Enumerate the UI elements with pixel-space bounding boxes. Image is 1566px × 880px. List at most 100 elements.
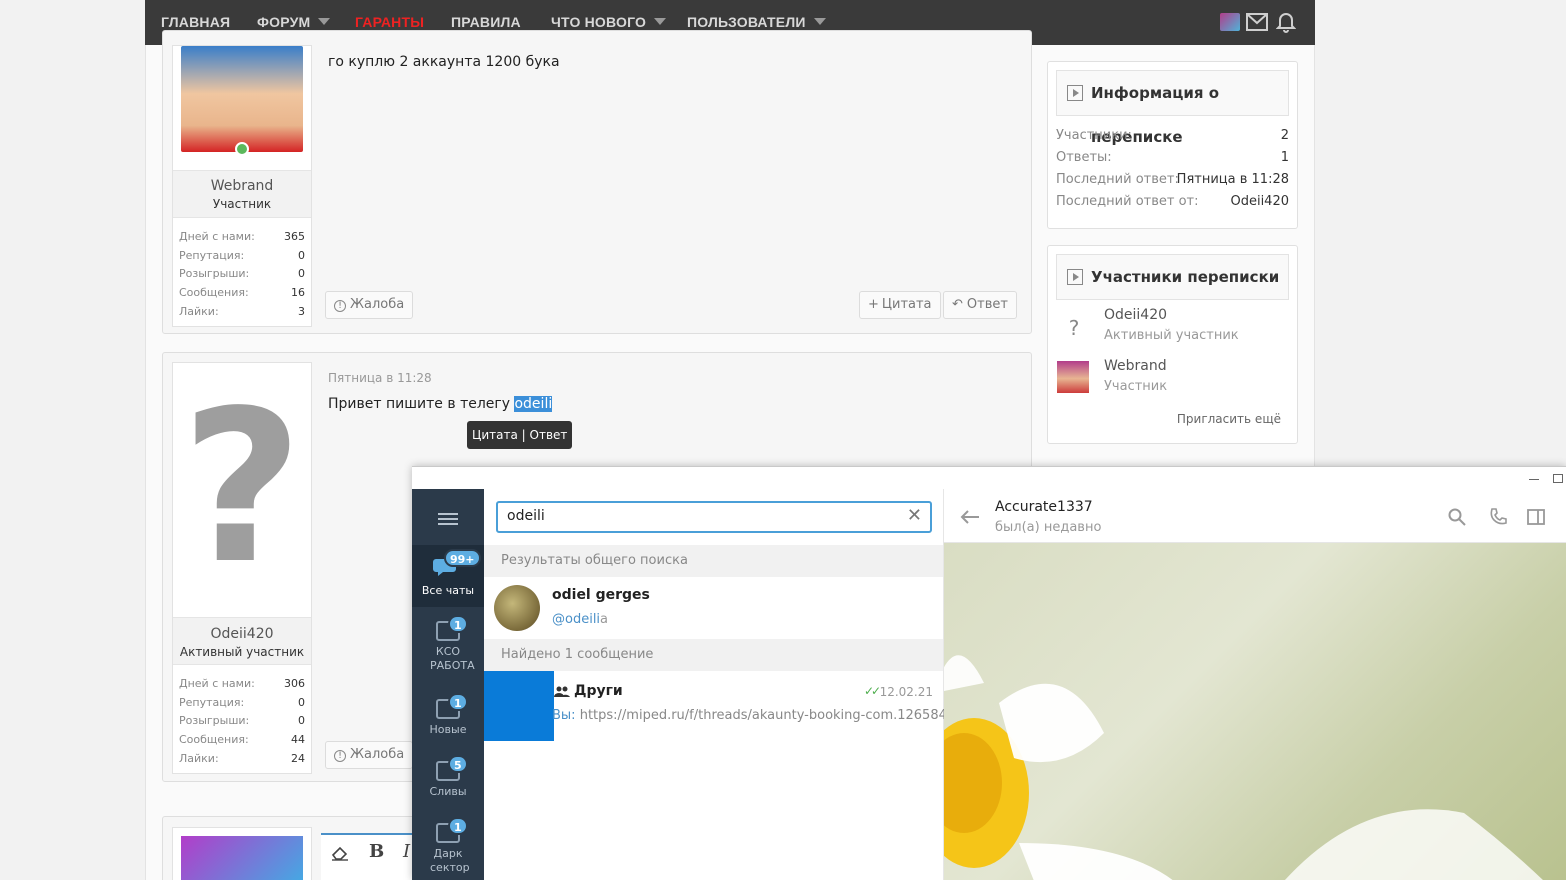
avatar[interactable]: [181, 46, 303, 152]
member-role: Активный участник: [1104, 328, 1239, 343]
global-result-item[interactable]: odiel gerges @odeilia: [484, 577, 943, 639]
folder-dark-sector[interactable]: 1 Дарк сектор: [412, 817, 484, 880]
member-name[interactable]: Odeii420: [1104, 307, 1167, 323]
nav-label: ПРАВИЛА: [451, 14, 521, 30]
message-date: 12.02.21: [879, 685, 933, 699]
chat-header: Accurate1337 был(а) недавно: [944, 489, 1566, 543]
post-webrand: Webrand Участник Дней с нами: 365 Репутац…: [162, 30, 1032, 334]
post-message: го куплю 2 аккаунта 1200 бука: [328, 54, 560, 70]
stat-row: Репутация: 0: [179, 249, 305, 267]
stat-label: Дней с нами:: [179, 677, 255, 690]
user-avatar-icon[interactable]: [1220, 13, 1240, 31]
message-result-item[interactable]: Други ✓✓ 12.02.21 Вы: https://miped.ru/f…: [484, 671, 951, 741]
nav-label: ЧТО НОВОГО: [551, 14, 647, 30]
user-name[interactable]: Webrand: [173, 178, 311, 194]
selection-tooltip: Цитата | Ответ: [467, 421, 573, 449]
stat-value: 16: [291, 286, 305, 299]
box-title: Участники переписки: [1091, 268, 1280, 286]
stat-label: Лайки:: [179, 305, 219, 318]
info-label: Последний ответ от:: [1056, 194, 1199, 209]
user-card: Webrand Участник Дней с нами: 365 Репутац…: [172, 45, 312, 327]
conversation-members-header[interactable]: Участники переписки: [1056, 254, 1289, 300]
stat-label: Дней с нами:: [179, 230, 255, 243]
folder-label: Дарк сектор: [430, 847, 470, 874]
member-name[interactable]: Webrand: [1104, 358, 1167, 374]
stat-value: 0: [298, 714, 305, 727]
info-value[interactable]: Пятница в 11:28: [1177, 172, 1289, 187]
stat-row: Сообщения: 16: [179, 286, 305, 304]
quote-label: Цитата: [881, 297, 932, 312]
bell-icon[interactable]: [1276, 11, 1296, 33]
nav-label: ФОРУМ: [257, 14, 311, 30]
folder-new[interactable]: 1 Новые: [412, 693, 484, 749]
folder-label: Все чаты: [421, 584, 475, 597]
phone-icon[interactable]: [1489, 508, 1507, 526]
unread-badge: 1: [448, 693, 468, 711]
avatar[interactable]: [1057, 361, 1089, 393]
invite-more-link[interactable]: Пригласить ещё: [1177, 412, 1281, 426]
stat-label: Репутация:: [179, 249, 245, 262]
close-icon[interactable]: ✕: [907, 505, 922, 526]
stat-label: Репутация:: [179, 696, 245, 709]
double-check-icon: ✓✓: [864, 684, 881, 698]
stat-row: Дней с нами: 306: [179, 677, 305, 695]
selected-text[interactable]: odeili: [514, 396, 553, 412]
nav-label: ГЛАВНАЯ: [161, 14, 231, 30]
maximize-icon[interactable]: [1553, 474, 1563, 483]
question-avatar-icon[interactable]: ?: [1058, 312, 1090, 344]
play-icon: [1067, 85, 1083, 101]
info-value[interactable]: Odeii420: [1230, 194, 1289, 209]
nav-label: ГАРАНТЫ: [355, 14, 425, 30]
stat-row: Лайки: 24: [179, 752, 305, 770]
user-role: Активный участник: [179, 645, 305, 659]
search-panel: odeili ✕ Результаты общего поиска odiel …: [484, 489, 951, 880]
stat-row: Розыгрыши: 0: [179, 714, 305, 732]
user-name[interactable]: Odeii420: [173, 626, 311, 642]
folder-kso-rabota[interactable]: 1 КСО РАБОТА: [412, 615, 484, 681]
stat-row: Дней с нами: 365: [179, 230, 305, 248]
info-value: 1: [1280, 150, 1289, 165]
folder-leaks[interactable]: 5 Сливы: [412, 755, 484, 811]
message-text: https://miped.ru/f/threads/akaunty-booki…: [579, 708, 952, 723]
folder-all-chats[interactable]: 99+ Все чаты: [412, 545, 484, 607]
stat-value: 0: [298, 249, 305, 262]
report-button[interactable]: ! Жалоба: [325, 741, 414, 769]
search-input[interactable]: odeili ✕: [496, 501, 932, 533]
folder-label: Новые: [429, 723, 467, 736]
tooltip-quote-button[interactable]: Цитата: [472, 428, 518, 442]
stat-label: Лайки:: [179, 752, 219, 765]
conversation-info-header[interactable]: Информация о переписке: [1056, 70, 1289, 146]
online-status-icon: [235, 142, 249, 156]
stat-row: Лайки: 3: [179, 305, 305, 323]
window-titlebar: [412, 467, 1566, 489]
avatar[interactable]: [181, 836, 303, 880]
stat-value: 0: [298, 267, 305, 280]
tooltip-reply-button[interactable]: Ответ: [530, 428, 568, 442]
stat-value: 24: [291, 752, 305, 765]
reply-button[interactable]: ↶ Ответ: [943, 291, 1017, 319]
info-row: Последний ответ от: Odeii420: [1056, 194, 1289, 209]
report-button[interactable]: ! Жалоба: [325, 291, 414, 319]
chat-title[interactable]: Accurate1337: [995, 499, 1093, 515]
chat-name: Други: [574, 683, 623, 699]
plus-icon: +: [868, 297, 879, 312]
chat-avatar: [484, 671, 554, 741]
stat-label: Сообщения:: [179, 286, 249, 299]
menu-icon[interactable]: [438, 511, 458, 527]
italic-icon[interactable]: I: [403, 841, 410, 862]
minimize-icon[interactable]: [1529, 479, 1539, 480]
handle-match: @odeili: [552, 612, 601, 627]
bold-icon[interactable]: B: [369, 841, 384, 862]
eraser-icon[interactable]: [331, 845, 349, 861]
back-arrow-icon[interactable]: [960, 509, 980, 525]
quote-button[interactable]: + Цитата: [859, 291, 941, 319]
search-icon[interactable]: [1448, 508, 1466, 526]
sidebar-toggle-icon[interactable]: [1527, 508, 1545, 526]
stat-value: 3: [298, 305, 305, 318]
chevron-down-icon: [813, 18, 826, 25]
mail-icon[interactable]: [1246, 13, 1268, 31]
question-mark-avatar-icon[interactable]: ?: [173, 363, 311, 615]
post-date[interactable]: Пятница в 11:28: [328, 371, 432, 385]
folder-label: КСО РАБОТА: [430, 645, 475, 672]
stat-row: Розыгрыши: 0: [179, 267, 305, 285]
